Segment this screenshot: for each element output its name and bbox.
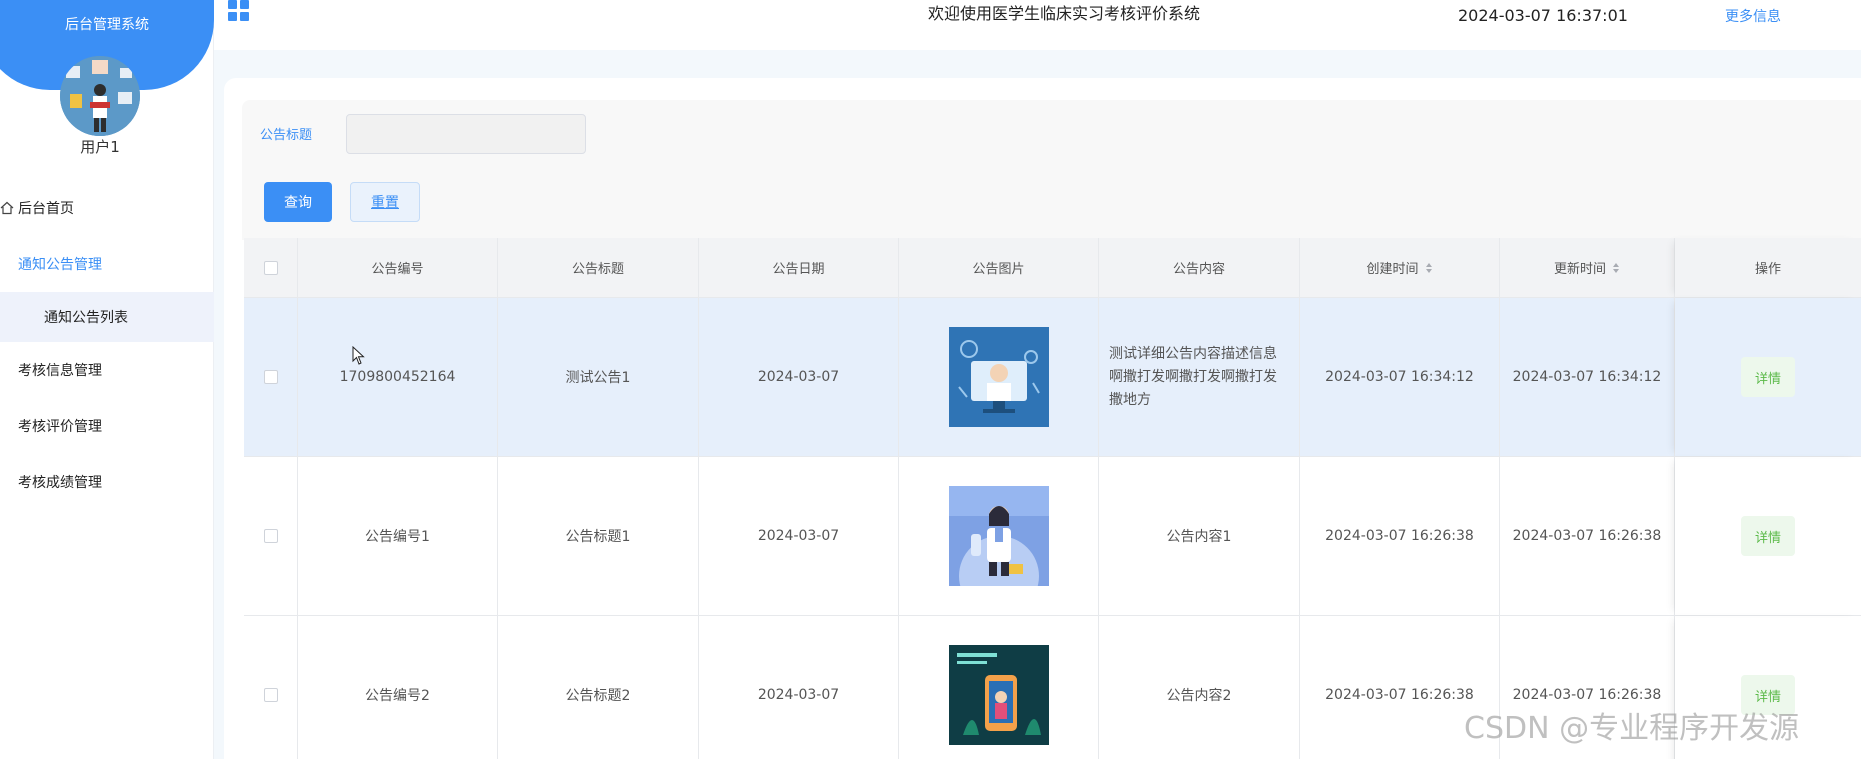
search-input[interactable] (346, 114, 586, 154)
query-button[interactable]: 查询 (264, 182, 332, 222)
table-row[interactable]: 1709800452164 测试公告1 2024-03-07 测试详细公告内容描… (244, 298, 1861, 457)
cell-title: 测试公告1 (498, 298, 699, 456)
home-icon (0, 201, 14, 215)
sidebar-item-exam-info[interactable]: 考核信息管理 (0, 342, 214, 398)
row-checkbox[interactable] (263, 370, 278, 384)
search-label: 公告标题 (260, 128, 313, 143)
sidebar: 后台管理系统 用户1 后台首页 通知公告管理 通知公告列表 考核信息管理 考核评… (0, 0, 214, 759)
cell-date: 2024-03-07 (699, 616, 899, 759)
notice-table: 公告编号 公告标题 公告日期 公告图片 公告内容 创建时间 更新时间 操作 17… (244, 238, 1861, 759)
cell-title: 公告标题2 (498, 616, 699, 759)
cell-content: 测试详细公告内容描述信息啊撒打发啊撒打发啊撒打发撒地方 (1099, 298, 1300, 456)
reset-button[interactable]: 重置 (350, 182, 420, 222)
sidebar-item-notice-list[interactable]: 通知公告列表 (0, 292, 214, 342)
cell-title: 公告标题1 (498, 457, 699, 615)
header-number: 公告编号 (298, 238, 498, 297)
sidebar-item-exam-eval[interactable]: 考核评价管理 (0, 398, 214, 454)
cell-number: 1709800452164 (298, 298, 498, 456)
cell-content: 公告内容2 (1099, 616, 1300, 759)
sidebar-item-label: 通知公告管理 (18, 257, 102, 273)
header-select-all (244, 238, 298, 297)
detail-button[interactable]: 详情 (1741, 357, 1795, 397)
cell-content: 公告内容1 (1099, 457, 1300, 615)
phone-app-thumbnail[interactable] (948, 645, 1049, 745)
cell-created: 2024-03-07 16:34:12 (1300, 298, 1500, 456)
search-panel: 公告标题 查询 重置 (242, 100, 1861, 240)
cell-action: 详情 (1675, 298, 1861, 456)
cell-updated: 2024-03-07 16:34:12 (1500, 298, 1675, 456)
female-doctor-thumbnail[interactable] (948, 486, 1049, 586)
row-checkbox[interactable] (263, 688, 278, 702)
detail-button[interactable]: 详情 (1741, 516, 1795, 556)
header-date: 公告日期 (699, 238, 899, 297)
sidebar-item-label: 考核评价管理 (18, 419, 102, 435)
select-all-checkbox[interactable] (263, 260, 278, 275)
username: 用户1 (80, 138, 120, 156)
sidebar-menu: 后台首页 通知公告管理 通知公告列表 考核信息管理 考核评价管理 考核成绩管理 (0, 180, 214, 510)
header-content: 公告内容 (1099, 238, 1300, 297)
header-image: 公告图片 (899, 238, 1099, 297)
cell-created: 2024-03-07 16:26:38 (1300, 457, 1500, 615)
grid-menu-icon[interactable] (228, 0, 250, 21)
sidebar-item-label: 后台首页 (18, 201, 74, 217)
table-header: 公告编号 公告标题 公告日期 公告图片 公告内容 创建时间 更新时间 操作 (244, 238, 1861, 298)
header-action: 操作 (1675, 238, 1861, 297)
sort-icon[interactable] (1612, 262, 1620, 274)
row-select-cell (244, 616, 298, 759)
sidebar-item-notice-mgmt[interactable]: 通知公告管理 (0, 236, 214, 292)
sort-icon[interactable] (1425, 262, 1433, 274)
table-row[interactable]: 公告编号1 公告标题1 2024-03-07 公告内容1 2024-03-07 … (244, 457, 1861, 616)
sidebar-item-label: 通知公告列表 (44, 310, 128, 326)
mouse-cursor-icon (352, 346, 365, 365)
header-updated[interactable]: 更新时间 (1500, 238, 1675, 297)
row-select-cell (244, 298, 298, 456)
cell-number: 公告编号2 (298, 616, 498, 759)
header-updated-label: 更新时间 (1553, 262, 1606, 277)
cell-date: 2024-03-07 (699, 457, 899, 615)
sidebar-item-exam-score[interactable]: 考核成绩管理 (0, 454, 214, 510)
avatar[interactable] (60, 56, 140, 136)
top-bar: 欢迎使用医学生临床实习考核评价系统 2024-03-07 16:37:01 更多… (214, 0, 1861, 50)
sidebar-item-home[interactable]: 后台首页 (0, 180, 214, 236)
cell-action: 详情 (1675, 457, 1861, 615)
watermark: CSDN @专业程序开发源 (1464, 711, 1800, 746)
row-checkbox[interactable] (263, 529, 278, 543)
more-info-link[interactable]: 更多信息 (1725, 6, 1781, 26)
cell-image (899, 298, 1099, 456)
cell-image (899, 616, 1099, 759)
sidebar-item-label: 考核信息管理 (18, 363, 102, 379)
header-created[interactable]: 创建时间 (1300, 238, 1500, 297)
welcome-text: 欢迎使用医学生临床实习考核评价系统 (928, 4, 1201, 23)
header-title: 公告标题 (498, 238, 699, 297)
cell-image (899, 457, 1099, 615)
brand-title: 后台管理系统 (65, 17, 149, 33)
current-datetime: 2024-03-07 16:37:01 (1458, 6, 1628, 25)
doctor-screen-thumbnail[interactable] (948, 327, 1049, 427)
sidebar-item-label: 考核成绩管理 (18, 475, 102, 491)
cell-number: 公告编号1 (298, 457, 498, 615)
cell-updated: 2024-03-07 16:26:38 (1500, 457, 1675, 615)
header-created-label: 创建时间 (1366, 262, 1419, 277)
cell-date: 2024-03-07 (699, 298, 899, 456)
row-select-cell (244, 457, 298, 615)
